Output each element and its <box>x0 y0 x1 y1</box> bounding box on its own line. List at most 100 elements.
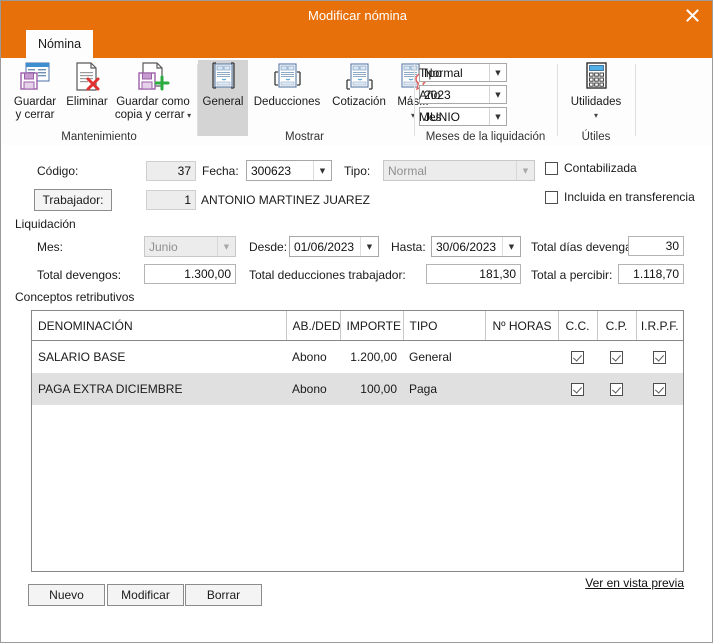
cell-tipo: Paga <box>403 373 485 405</box>
table-row[interactable]: PAGA EXTRA DICIEMBRE Abono 100,00 Paga <box>32 373 683 405</box>
trabajador-button-label: Trabajador: <box>42 193 104 207</box>
total-deducciones-field[interactable]: 181,30 <box>426 264 521 284</box>
trabajador-button[interactable]: Trabajador: <box>34 189 112 211</box>
col-tipo[interactable]: TIPO <box>403 311 486 341</box>
conceptos-table: DENOMINACIÓN AB./DED. IMPORTE TIPO Nº HO… <box>32 311 683 405</box>
ribbon-separator-4 <box>635 64 636 136</box>
delete-document-icon <box>70 60 104 94</box>
save-as-copy-and-close-button[interactable]: Guardar como copia y cerrar ▾ <box>113 60 193 122</box>
cell-denominacion: SALARIO BASE <box>38 350 126 364</box>
modificar-button[interactable]: Modificar <box>107 584 184 606</box>
liquidacion-section-label: Liquidación <box>15 217 76 231</box>
trabajador-name: ANTONIO MARTINEZ JUAREZ <box>201 193 370 207</box>
chevron-down-icon[interactable]: ▾ <box>594 111 598 120</box>
show-deducciones-label: Deducciones <box>253 96 321 108</box>
desde-label: Desde: <box>249 240 288 254</box>
cell-cc[interactable] <box>558 373 597 405</box>
col-cp[interactable]: C.P. <box>597 311 637 341</box>
total-devengos-field[interactable]: 1.300,00 <box>144 264 236 284</box>
title-bar: Modificar nómina <box>1 1 712 30</box>
tipo-value: Normal <box>388 163 427 178</box>
cp-checkbox[interactable] <box>610 383 623 397</box>
col-importe[interactable]: IMPORTE <box>340 311 404 341</box>
codigo-field: 37 <box>146 161 196 181</box>
irpf-checkbox[interactable] <box>653 351 666 365</box>
delete-button[interactable]: Eliminar <box>63 60 111 109</box>
nuevo-button-label: Nuevo <box>49 588 84 602</box>
fecha-label: Fecha: <box>202 164 239 178</box>
total-percibir-field[interactable]: 1.118,70 <box>618 264 684 284</box>
hasta-combo[interactable]: 30/06/2023 ▼ <box>431 236 521 257</box>
col-cc[interactable]: C.C. <box>558 311 598 341</box>
incluida-transferencia-checkbox[interactable] <box>545 190 558 204</box>
conceptos-retributivos-label: Conceptos retributivos <box>15 290 135 304</box>
show-general-button[interactable]: General <box>198 60 248 136</box>
save-as-copy-line2: copia y cerrar <box>114 109 185 121</box>
ribbon-group-mantenimiento: Guardar y cerrar Eliminar Guardar como c… <box>1 58 197 145</box>
chevron-down-icon[interactable]: ▼ <box>502 237 520 256</box>
cell-abded: Abono <box>292 350 327 364</box>
incluida-transferencia-checkbox-row[interactable]: Incluida en transferencia <box>545 190 695 204</box>
cell-tipo: General <box>409 350 452 364</box>
cell-cc[interactable] <box>558 341 597 374</box>
col-denominacion[interactable]: DENOMINACIÓN <box>32 311 287 341</box>
contabilizada-checkbox-row[interactable]: Contabilizada <box>545 161 637 175</box>
table-row[interactable]: SALARIO BASE Abono 1.200,00 General <box>32 341 683 374</box>
col-horas[interactable]: Nº HORAS <box>485 311 559 341</box>
chevron-down-icon[interactable]: ▼ <box>360 237 378 256</box>
cell-cp[interactable] <box>597 373 636 405</box>
desde-value: 01/06/2023 <box>294 239 355 254</box>
calculator-icon <box>579 60 613 94</box>
ver-vista-previa-link[interactable]: Ver en vista previa <box>585 576 684 590</box>
window-title: Modificar nómina <box>308 8 407 23</box>
col-abded[interactable]: AB./DED. <box>286 311 341 341</box>
document-deductions-icon <box>270 60 304 94</box>
total-dias-field[interactable]: 30 <box>628 236 684 256</box>
form-body: Código: 37 Fecha: 300623 ▼ Tipo: Normal … <box>1 145 712 642</box>
col-irpf[interactable]: I.R.P.F. <box>636 311 683 341</box>
save-and-close-button[interactable]: Guardar y cerrar <box>9 60 61 122</box>
save-and-close-line2: y cerrar <box>15 109 55 121</box>
cell-irpf[interactable] <box>636 373 683 405</box>
ribbon-group-mostrar: General Deducciones Cotización Más... ▾ … <box>198 58 429 145</box>
show-cotizacion-button[interactable]: Cotización <box>326 60 392 109</box>
tab-nomina[interactable]: Nómina <box>26 30 93 58</box>
ribbon-tipo-row: Tipo Normal ▼ <box>419 63 507 82</box>
borrar-button-label: Borrar <box>206 588 241 602</box>
ribbon-mes-row: Mes JUNIO ▼ <box>419 107 507 126</box>
document-contribution-icon <box>342 60 376 94</box>
ribbon-mes-label: Mes <box>419 109 442 124</box>
irpf-checkbox[interactable] <box>653 383 666 397</box>
chevron-down-icon[interactable]: ▾ <box>185 111 191 120</box>
fecha-combo[interactable]: 300623 ▼ <box>246 160 332 181</box>
cell-horas <box>485 341 558 374</box>
tab-nomina-label: Nómina <box>37 37 82 51</box>
cell-irpf[interactable] <box>636 341 683 374</box>
cc-checkbox[interactable] <box>571 383 584 397</box>
ribbon-group-meses: Tipo Normal ▼ Año 2023 ▼ Mes JUNIO ▼ Mes… <box>415 58 556 145</box>
chevron-down-icon[interactable]: ▼ <box>489 86 506 103</box>
chevron-down-icon[interactable]: ▼ <box>489 64 506 81</box>
show-general-label: General <box>202 96 244 108</box>
borrar-button[interactable]: Borrar <box>185 584 262 606</box>
chevron-down-icon[interactable]: ▼ <box>489 108 506 125</box>
total-devengos-label: Total devengos: <box>37 268 122 282</box>
close-icon[interactable] <box>670 1 712 30</box>
cp-checkbox[interactable] <box>610 351 623 365</box>
desde-combo[interactable]: 01/06/2023 ▼ <box>289 236 379 257</box>
cc-checkbox[interactable] <box>571 351 584 365</box>
cell-cp[interactable] <box>597 341 636 374</box>
nuevo-button[interactable]: Nuevo <box>28 584 105 606</box>
utilidades-button[interactable]: Utilidades ▾ <box>564 60 628 122</box>
tipo-combo: Normal ▼ <box>383 160 535 181</box>
mes-label: Mes: <box>37 240 64 254</box>
show-deducciones-button[interactable]: Deducciones <box>250 60 324 109</box>
conceptos-grid[interactable]: DENOMINACIÓN AB./DED. IMPORTE TIPO Nº HO… <box>31 310 684 572</box>
codigo-label: Código: <box>37 164 79 178</box>
modificar-button-label: Modificar <box>121 588 170 602</box>
ribbon: Guardar y cerrar Eliminar Guardar como c… <box>1 58 712 146</box>
chevron-down-icon[interactable]: ▼ <box>313 161 331 180</box>
ribbon-group-utiles: Utilidades ▾ Útiles <box>558 58 634 145</box>
cell-importe: 1.200,00 <box>350 350 397 364</box>
contabilizada-checkbox[interactable] <box>545 161 558 175</box>
